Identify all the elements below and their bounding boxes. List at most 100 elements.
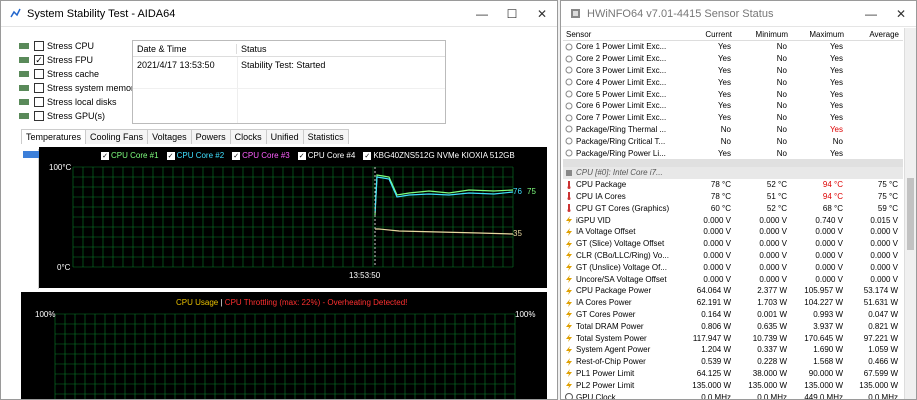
sensor-row[interactable]: Core 4 Power Limit Exc... Yes No Yes — [563, 76, 903, 88]
log-header-datetime[interactable]: Date & Time — [133, 43, 237, 54]
sensor-row[interactable]: Core 3 Power Limit Exc... Yes No Yes — [563, 65, 903, 77]
minimize-icon[interactable]: — — [856, 1, 886, 27]
legend-checkbox[interactable]: ✓ — [363, 151, 372, 160]
legend-checkbox[interactable]: ✓ — [232, 151, 241, 160]
tab-clocks[interactable]: Clocks — [229, 129, 267, 144]
stress-checkbox[interactable] — [34, 83, 44, 93]
sensor-row[interactable]: Core 6 Power Limit Exc... Yes No Yes — [563, 100, 903, 112]
minimize-icon[interactable]: — — [467, 1, 497, 27]
sensor-row[interactable]: Core 1 Power Limit Exc... Yes No Yes — [563, 41, 903, 53]
disk-icon — [19, 99, 29, 105]
stress-option[interactable]: Stress local disks — [18, 95, 139, 109]
sensor-row[interactable]: Package/Ring Power Li... Yes No Yes — [563, 147, 903, 159]
stress-option[interactable]: Stress system memory — [18, 81, 139, 95]
legend-item[interactable]: ✓ KBG40ZNS512G NVMe KIOXIA 512GB — [363, 151, 515, 160]
selected-sensor[interactable] — [23, 151, 39, 158]
stress-checkbox[interactable] — [34, 55, 44, 65]
vertical-scrollbar[interactable] — [904, 28, 916, 399]
close-icon[interactable]: ✕ — [886, 1, 916, 27]
sensor-name: PL1 Power Limit — [576, 368, 635, 378]
sensor-minimum: No — [776, 54, 787, 64]
sensor-maximum: 449.0 MHz — [804, 392, 843, 400]
sensor-average: 135.000 W — [859, 380, 898, 390]
sensor-current: Yes — [717, 148, 731, 158]
sensor-row[interactable]: Total DRAM Power 0.806 W 0.635 W 3.937 W 0.8… — [563, 320, 903, 332]
cpu-usage-label: CPU Usage — [176, 298, 219, 307]
stress-checkbox[interactable] — [34, 97, 44, 107]
stress-checkbox[interactable] — [34, 69, 44, 79]
stress-option[interactable]: Stress FPU — [18, 53, 139, 67]
sensor-current: 0.539 W — [701, 357, 731, 367]
sensor-row[interactable]: GT (Unslice) Voltage Of... 0.000 V 0.000 V… — [563, 261, 903, 273]
sensor-name: Core 6 Power Limit Exc... — [576, 101, 667, 111]
temperature-legend: ✓ CPU Core #1 ✓ CPU Core #2 ✓ CPU Core #3 ✓ CPU… — [101, 151, 515, 160]
sensor-row[interactable]: Package/Ring Critical T... No No No — [563, 135, 903, 147]
legend-checkbox[interactable]: ✓ — [297, 151, 306, 160]
legend-checkbox[interactable]: ✓ — [166, 151, 175, 160]
tab-powers[interactable]: Powers — [190, 129, 231, 144]
sensor-row[interactable]: Uncore/SA Voltage Offset 0.000 V 0.000 V 0.… — [563, 273, 903, 285]
sensor-maximum: 1.568 W — [813, 357, 843, 367]
maximize-icon[interactable]: ☐ — [497, 1, 527, 27]
column-header-sensor[interactable]: Sensor — [563, 30, 679, 39]
stress-option[interactable]: Stress CPU — [18, 39, 139, 53]
sensor-row[interactable]: CPU GT Cores (Graphics) 60 °C 52 °C 68 °C 59… — [563, 202, 903, 214]
sensor-row[interactable]: System Agent Power 1.204 W 0.337 W 1.690 W 1… — [563, 344, 903, 356]
sensor-row[interactable]: iGPU VID 0.000 V 0.000 V 0.740 V 0.015 V — [563, 214, 903, 226]
sensor-row[interactable]: CPU Package Power 64.064 W 2.377 W 105.957 … — [563, 285, 903, 297]
sensor-row[interactable]: GPU Clock 0.0 MHz 0.0 MHz 449.0 MHz 0.0 MHz — [563, 391, 903, 400]
sensor-current: 0.000 V — [703, 250, 731, 260]
sensor-name: Core 1 Power Limit Exc... — [576, 42, 667, 52]
legend-checkbox[interactable]: ✓ — [101, 151, 109, 160]
sensor-row[interactable]: Total System Power 117.947 W 10.739 W 170.6… — [563, 332, 903, 344]
legend-item[interactable]: ✓ CPU Core #2 — [166, 151, 224, 160]
stress-checkbox[interactable] — [34, 111, 44, 121]
sensor-row[interactable]: CLR (CBo/LLC/Ring) Vo... 0.000 V 0.000 V 0.… — [563, 250, 903, 262]
sensor-minimum: 0.000 V — [759, 239, 787, 249]
log-header-status[interactable]: Status — [237, 44, 445, 54]
lightning-icon — [566, 286, 572, 295]
clock-icon — [565, 393, 573, 399]
stress-option[interactable]: Stress cache — [18, 67, 139, 81]
column-header-minimum[interactable]: Minimum — [735, 30, 791, 39]
column-header-average[interactable]: Average — [847, 30, 902, 39]
sensor-row[interactable]: Package/Ring Thermal ... No No Yes — [563, 124, 903, 136]
sensor-row[interactable]: PL1 Power Limit 64.125 W 38.000 W 90.000 W 6… — [563, 368, 903, 380]
sensor-row[interactable]: Core 2 Power Limit Exc... Yes No Yes — [563, 53, 903, 65]
aida64-titlebar[interactable]: System Stability Test - AIDA64 — ☐ ✕ — [1, 1, 557, 27]
value-label-nvme: 35 — [513, 229, 522, 238]
cpu-icon — [19, 43, 29, 49]
hwinfo-titlebar[interactable]: HWiNFO64 v7.01-4415 Sensor Status — ✕ — [561, 1, 916, 27]
tab-cooling-fans[interactable]: Cooling Fans — [85, 129, 149, 144]
sensor-row[interactable]: CPU Package 78 °C 52 °C 94 °C 75 °C — [563, 179, 903, 191]
sensor-row[interactable]: CPU IA Cores 78 °C 51 °C 94 °C 75 °C — [563, 191, 903, 203]
legend-label: CPU Core #4 — [307, 151, 356, 160]
column-header-maximum[interactable]: Maximum — [791, 30, 847, 39]
cpu-section-header[interactable]: CPU [#0]: Intel Core i7... — [563, 166, 903, 179]
sensor-list[interactable] — [21, 149, 39, 289]
stress-option[interactable]: Stress GPU(s) — [18, 109, 139, 123]
scrollbar-thumb[interactable] — [907, 178, 914, 250]
legend-item[interactable]: ✓ CPU Core #4 — [297, 151, 356, 160]
sensor-row[interactable]: PL2 Power Limit 135.000 W 135.000 W 135.000… — [563, 379, 903, 391]
sensor-row[interactable]: Core 7 Power Limit Exc... Yes No Yes — [563, 112, 903, 124]
legend-item[interactable]: ✓ CPU Core #3 — [232, 151, 290, 160]
sensor-row[interactable]: IA Voltage Offset 0.000 V 0.000 V 0.000 V 0.… — [563, 226, 903, 238]
legend-item[interactable]: ✓ CPU Core #1 — [101, 151, 159, 160]
sensor-name: Core 4 Power Limit Exc... — [576, 77, 667, 87]
window-title: System Stability Test - AIDA64 — [27, 7, 176, 20]
sensor-row[interactable]: IA Cores Power 62.191 W 1.703 W 104.227 W 51… — [563, 297, 903, 309]
tab-statistics[interactable]: Statistics — [302, 129, 349, 144]
column-header-current[interactable]: Current — [679, 30, 735, 39]
sensor-row[interactable]: GT Cores Power 0.164 W 0.001 W 0.993 W 0.047… — [563, 309, 903, 321]
tab-unified[interactable]: Unified — [265, 129, 304, 144]
sensor-row[interactable]: GT (Slice) Voltage Offset 0.000 V 0.000 V 0… — [563, 238, 903, 250]
tab-voltages[interactable]: Voltages — [147, 129, 192, 144]
close-icon[interactable]: ✕ — [527, 1, 557, 27]
tab-temperatures[interactable]: Temperatures — [21, 129, 87, 144]
stress-checkbox[interactable] — [34, 41, 44, 51]
sensor-row[interactable]: Core 5 Power Limit Exc... Yes No Yes — [563, 88, 903, 100]
sensor-row[interactable]: Rest-of-Chip Power 0.539 W 0.228 W 1.568 W 0… — [563, 356, 903, 368]
nvme-temperature-line — [375, 228, 514, 235]
sensor-name: Package/Ring Power Li... — [576, 148, 666, 158]
